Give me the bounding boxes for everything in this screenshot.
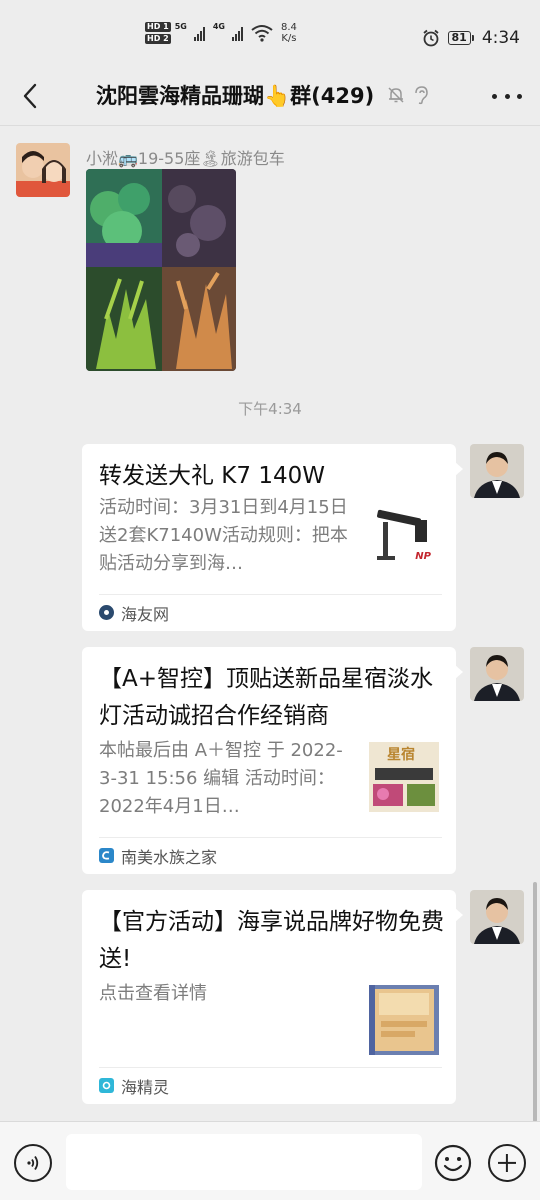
battery-level: 81 xyxy=(447,31,471,45)
card-title: 【A+智控】顶贴送新品星宿淡水灯活动诚招合作经销商 xyxy=(99,666,434,729)
chat-title: 沈阳雲海精品珊瑚👆群(429) xyxy=(96,84,375,108)
link-card[interactable]: 转发送大礼 K7 140W 活动时间：3月31日到4月15日送2套K7140W活… xyxy=(82,444,463,631)
wifi-icon xyxy=(251,25,273,42)
card-description: 本帖最后由 A＋智控 于 2022-3-31 15:56 编辑 活动时间：202… xyxy=(99,740,343,817)
signal-icon xyxy=(193,25,205,41)
emoji-button[interactable] xyxy=(434,1144,472,1182)
network-indicators: HD 1 HD 2 5G 4G 8.4 K/s xyxy=(145,22,297,44)
card-source: 海精灵 xyxy=(99,1067,442,1103)
ear-icon xyxy=(415,86,428,105)
source-icon xyxy=(99,848,114,863)
image-message[interactable] xyxy=(86,169,236,371)
more-button[interactable] xyxy=(492,82,522,110)
title-group: 沈阳雲海精品珊瑚👆群(429) xyxy=(96,80,430,110)
card-thumbnail: 星宿 xyxy=(369,742,439,812)
thumb-label: NP xyxy=(415,551,431,562)
more-icon xyxy=(492,93,497,99)
card-thumbnail xyxy=(369,985,439,1055)
link-card[interactable]: 【A+智控】顶贴送新品星宿淡水灯活动诚招合作经销商 本帖最后由 A＋智控 于 2… xyxy=(82,647,463,874)
card-source: 海友网 xyxy=(99,594,442,630)
thumb-label: 星宿 xyxy=(387,747,415,763)
avatar[interactable] xyxy=(470,444,524,498)
hd-badges: HD 1 HD 2 xyxy=(145,22,171,44)
timestamp: 下午4:34 xyxy=(238,400,302,418)
source-name: 海精灵 xyxy=(121,1077,170,1097)
card-description: 活动时间：3月31日到4月15日送2套K7140W活动规则：把本贴活动分享到海… xyxy=(99,497,348,574)
card-description: 点击查看详情 xyxy=(99,983,207,1004)
status-bar: HD 1 HD 2 5G 4G 8.4 K/s 81 4:34 xyxy=(0,0,540,66)
net2-label: 4G xyxy=(212,22,225,31)
mute-bell-icon xyxy=(388,87,404,103)
link-card[interactable]: 【官方活动】海享说品牌好物免费送! 点击查看详情 海精灵 xyxy=(82,890,463,1104)
voice-button[interactable] xyxy=(14,1144,52,1182)
card-title: 【官方活动】海享说品牌好物免费送! xyxy=(99,909,444,972)
source-icon xyxy=(99,1078,114,1093)
source-name: 南美水族之家 xyxy=(121,847,218,867)
source-icon xyxy=(99,605,114,620)
battery-icon: 81 xyxy=(447,31,474,45)
source-name: 海友网 xyxy=(121,604,170,624)
avatar[interactable] xyxy=(16,143,70,197)
card-title: 转发送大礼 K7 140W xyxy=(99,463,325,489)
clock: 4:34 xyxy=(481,28,520,48)
voice-icon xyxy=(27,1155,39,1171)
plus-button[interactable] xyxy=(488,1144,526,1182)
scrollbar[interactable] xyxy=(533,882,537,1121)
message-list[interactable]: 小淞🚌19-55座🏝旅游包车 下午4:34 转发送大礼 K7 140W 活动时间… xyxy=(0,127,540,1121)
signal-icon xyxy=(231,25,243,41)
avatar[interactable] xyxy=(470,890,524,944)
input-bar xyxy=(0,1121,540,1200)
chat-header: 沈阳雲海精品珊瑚👆群(429) xyxy=(0,66,540,126)
speed-value: 8.4 xyxy=(280,22,297,33)
hd2-badge: HD 2 xyxy=(145,34,171,44)
back-button[interactable] xyxy=(12,78,48,114)
sender-name: 小淞🚌19-55座🏝旅游包车 xyxy=(86,149,285,168)
alarm-icon xyxy=(422,29,439,47)
emoji-icon xyxy=(434,1144,472,1182)
avatar[interactable] xyxy=(470,647,524,701)
speed-unit: K/s xyxy=(281,33,297,44)
message-input[interactable] xyxy=(66,1134,422,1190)
status-right: 81 4:34 xyxy=(422,28,520,48)
net1-label: 5G xyxy=(174,22,187,31)
hd1-badge: HD 1 xyxy=(145,22,171,32)
card-thumbnail: NP xyxy=(369,500,439,570)
back-icon xyxy=(23,83,37,109)
card-source: 南美水族之家 xyxy=(99,837,442,873)
net-speed: 8.4 K/s xyxy=(281,22,297,44)
